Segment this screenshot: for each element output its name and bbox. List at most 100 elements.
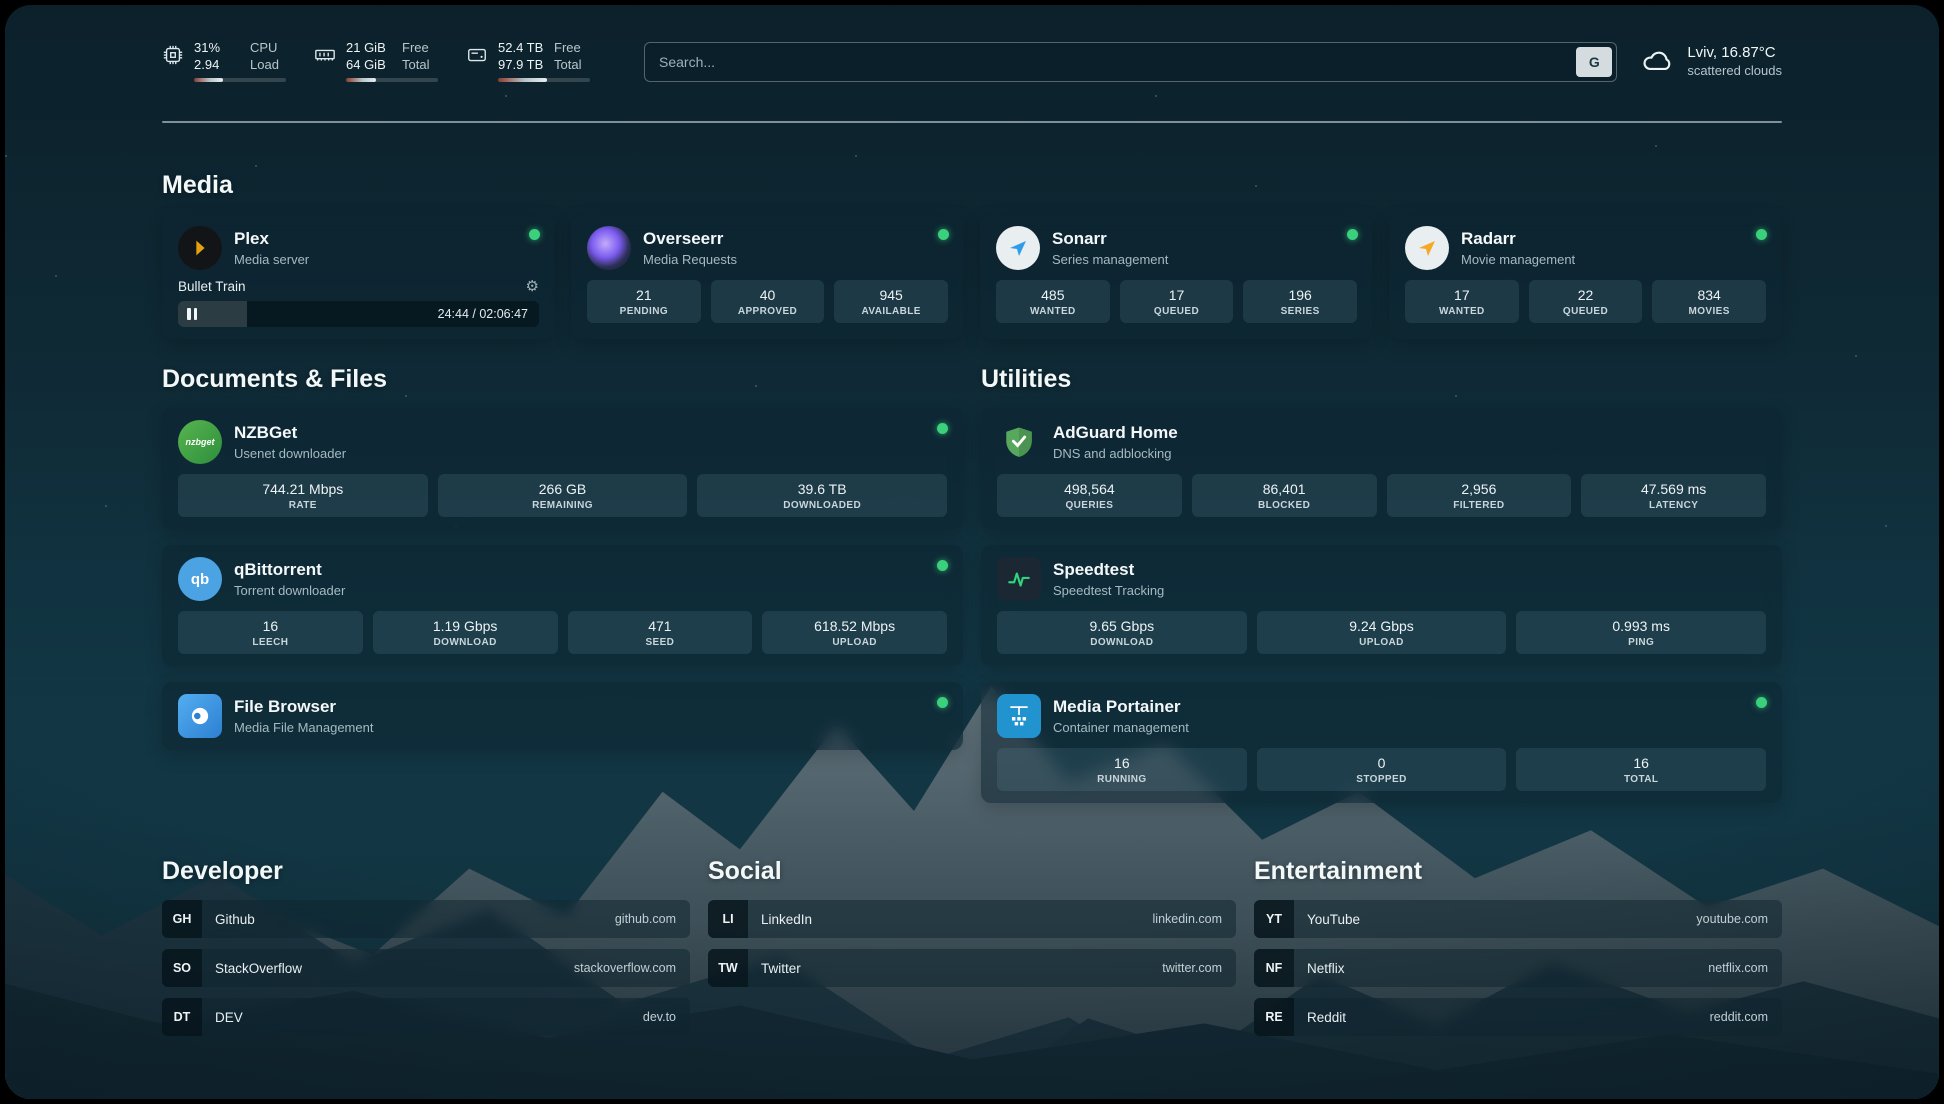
stat-ping: 0.993 msPING bbox=[1516, 611, 1766, 654]
app-subtitle: Container management bbox=[1053, 720, 1189, 735]
topbar: 31%CPU 2.94Load 21 GiBFree 64 Gi bbox=[162, 39, 1782, 101]
overseerr-icon bbox=[587, 226, 631, 270]
cpu-usage-value: 31% bbox=[194, 39, 244, 56]
stat-download: 9.65 GbpsDOWNLOAD bbox=[997, 611, 1247, 654]
status-online-dot bbox=[1347, 229, 1358, 240]
stat-rate: 744.21 MbpsRATE bbox=[178, 474, 428, 517]
pause-icon[interactable] bbox=[187, 308, 197, 320]
stat-running: 16RUNNING bbox=[997, 748, 1247, 791]
app-card-speedtest[interactable]: Speedtest Speedtest Tracking 9.65 GbpsDO… bbox=[981, 545, 1782, 666]
bookmark-abbr: LI bbox=[708, 900, 748, 938]
app-card-adguard[interactable]: AdGuard Home DNS and adblocking 498,564Q… bbox=[981, 408, 1782, 529]
disk-widget: 52.4 TBFree 97.9 TBTotal bbox=[466, 39, 598, 82]
ram-widget: 21 GiBFree 64 GiBTotal bbox=[314, 39, 446, 82]
bookmark-name: StackOverflow bbox=[215, 961, 302, 976]
status-online-dot bbox=[937, 697, 948, 708]
app-card-plex[interactable]: Plex Media server Bullet Train ⚙ 24:44 /… bbox=[162, 214, 555, 339]
cpu-widget: 31%CPU 2.94Load bbox=[162, 39, 294, 82]
stat-latency: 47.569 msLATENCY bbox=[1581, 474, 1766, 517]
app-name: Overseerr bbox=[643, 229, 737, 249]
status-online-dot bbox=[937, 423, 948, 434]
app-subtitle: Speedtest Tracking bbox=[1053, 583, 1164, 598]
bookmark-twitter[interactable]: TW Twitter twitter.com bbox=[708, 949, 1236, 987]
app-card-overseerr[interactable]: Overseerr Media Requests 21PENDING 40APP… bbox=[571, 214, 964, 339]
bookmark-linkedin[interactable]: LI LinkedIn linkedin.com bbox=[708, 900, 1236, 938]
app-name: File Browser bbox=[234, 697, 373, 717]
now-playing-title: Bullet Train bbox=[178, 279, 246, 294]
stat-filtered: 2,956FILTERED bbox=[1387, 474, 1572, 517]
topbar-divider bbox=[162, 121, 1782, 123]
bookmark-name: LinkedIn bbox=[761, 912, 812, 927]
app-card-portainer[interactable]: Media Portainer Container management 16R… bbox=[981, 682, 1782, 803]
ram-total-label: Total bbox=[402, 56, 438, 73]
stat-download: 1.19 GbpsDOWNLOAD bbox=[373, 611, 558, 654]
cpu-usage-label: CPU bbox=[250, 39, 286, 56]
app-subtitle: Media File Management bbox=[234, 720, 373, 735]
app-card-sonarr[interactable]: Sonarr Series management 485WANTED 17QUE… bbox=[980, 214, 1373, 339]
app-card-nzbget[interactable]: nzbget NZBGet Usenet downloader 744.21 M… bbox=[162, 408, 963, 529]
app-name: qBittorrent bbox=[234, 560, 345, 580]
playback-progress-bar[interactable]: 24:44 / 02:06:47 bbox=[178, 301, 539, 327]
search-input[interactable] bbox=[644, 42, 1617, 82]
app-subtitle: Series management bbox=[1052, 252, 1168, 267]
app-name: Speedtest bbox=[1053, 560, 1164, 580]
bookmark-netflix[interactable]: NF Netflix netflix.com bbox=[1254, 949, 1782, 987]
cloud-icon bbox=[1641, 45, 1675, 78]
bookmark-abbr: NF bbox=[1254, 949, 1294, 987]
stat-queries: 498,564QUERIES bbox=[997, 474, 1182, 517]
bookmark-name: Twitter bbox=[761, 961, 801, 976]
app-name: Media Portainer bbox=[1053, 697, 1189, 717]
stat-remaining: 266 GBREMAINING bbox=[438, 474, 688, 517]
bookmark-abbr: SO bbox=[162, 949, 202, 987]
bookmark-url: stackoverflow.com bbox=[574, 961, 676, 975]
gear-icon[interactable]: ⚙ bbox=[526, 279, 539, 294]
filebrowser-icon bbox=[178, 694, 222, 738]
bookmark-abbr: RE bbox=[1254, 998, 1294, 1036]
app-name: Radarr bbox=[1461, 229, 1575, 249]
stat-upload: 9.24 GbpsUPLOAD bbox=[1257, 611, 1507, 654]
app-name: AdGuard Home bbox=[1053, 423, 1178, 443]
status-online-dot bbox=[1756, 229, 1767, 240]
bookmark-url: linkedin.com bbox=[1153, 912, 1222, 926]
app-subtitle: Media Requests bbox=[643, 252, 737, 267]
weather-location: Lviv, 16.87°C bbox=[1687, 44, 1782, 61]
bookmark-abbr: GH bbox=[162, 900, 202, 938]
stat-queued: 22QUEUED bbox=[1529, 280, 1643, 323]
section-heading-entertainment: Entertainment bbox=[1254, 857, 1782, 886]
app-card-qbittorrent[interactable]: qb qBittorrent Torrent downloader 16LEEC… bbox=[162, 545, 963, 666]
bookmark-github[interactable]: GH Github github.com bbox=[162, 900, 690, 938]
bookmark-dev[interactable]: DT DEV dev.to bbox=[162, 998, 690, 1036]
bookmark-stackoverflow[interactable]: SO StackOverflow stackoverflow.com bbox=[162, 949, 690, 987]
bookmark-abbr: DT bbox=[162, 998, 202, 1036]
sonarr-icon bbox=[996, 226, 1040, 270]
dashboard-screen: 31%CPU 2.94Load 21 GiBFree 64 Gi bbox=[5, 5, 1939, 1099]
status-online-dot bbox=[1756, 697, 1767, 708]
app-name: Plex bbox=[234, 229, 309, 249]
app-window: 31%CPU 2.94Load 21 GiBFree 64 Gi bbox=[0, 0, 1944, 1104]
disk-total-value: 97.9 TB bbox=[498, 56, 548, 73]
disk-icon bbox=[466, 44, 488, 82]
stat-wanted: 485WANTED bbox=[996, 280, 1110, 323]
bookmark-youtube[interactable]: YT YouTube youtube.com bbox=[1254, 900, 1782, 938]
radarr-icon bbox=[1405, 226, 1449, 270]
section-heading-utilities: Utilities bbox=[981, 365, 1782, 394]
ram-free-label: Free bbox=[402, 39, 438, 56]
bookmark-abbr: TW bbox=[708, 949, 748, 987]
stat-total: 16TOTAL bbox=[1516, 748, 1766, 791]
playback-time: 24:44 / 02:06:47 bbox=[438, 307, 528, 321]
search-bar: G bbox=[644, 42, 1617, 82]
stat-blocked: 86,401BLOCKED bbox=[1192, 474, 1377, 517]
portainer-icon bbox=[997, 694, 1041, 738]
cpu-chip-icon bbox=[162, 44, 184, 82]
app-subtitle: Movie management bbox=[1461, 252, 1575, 267]
weather-widget[interactable]: Lviv, 16.87°C scattered clouds bbox=[1641, 44, 1782, 78]
bookmark-url: github.com bbox=[615, 912, 676, 926]
stat-stopped: 0STOPPED bbox=[1257, 748, 1507, 791]
search-engine-button[interactable]: G bbox=[1576, 47, 1612, 77]
app-card-filebrowser[interactable]: File Browser Media File Management bbox=[162, 682, 963, 750]
app-card-radarr[interactable]: Radarr Movie management 17WANTED 22QUEUE… bbox=[1389, 214, 1782, 339]
stat-movies: 834MOVIES bbox=[1652, 280, 1766, 323]
bookmark-reddit[interactable]: RE Reddit reddit.com bbox=[1254, 998, 1782, 1036]
bookmark-name: Netflix bbox=[1307, 961, 1345, 976]
app-subtitle: Usenet downloader bbox=[234, 446, 346, 461]
